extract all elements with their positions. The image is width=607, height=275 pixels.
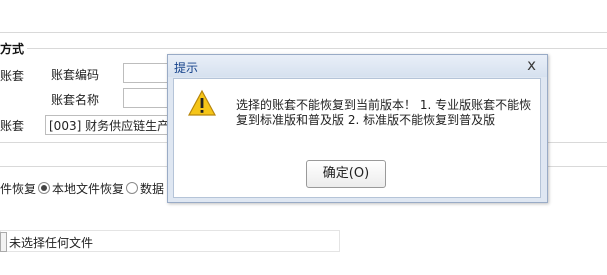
restore-type-group: 件恢复 本地文件恢复 数据 (0, 180, 164, 197)
row1-prefix-label: 账套 (0, 69, 25, 83)
top-bar (0, 0, 607, 34)
choose-file-button[interactable] (0, 232, 7, 252)
file-status-text: 未选择任何文件 (9, 236, 94, 250)
local-restore-label[interactable]: 本地文件恢复 (52, 182, 124, 196)
data-restore-radio[interactable] (126, 182, 139, 194)
divider (0, 32, 607, 33)
data-restore-label[interactable]: 数据 (140, 182, 164, 196)
account-select[interactable]: [003] 财务供应链生产 (45, 115, 170, 135)
account-name-label: 账套名称 (51, 93, 100, 107)
section-rule (27, 48, 607, 49)
dialog-header: 提示 x (168, 55, 547, 77)
dialog-title: 提示 (174, 61, 199, 75)
account-name-input[interactable] (123, 88, 173, 108)
warning-icon (187, 89, 217, 116)
alert-dialog: 提示 x 选择的账套不能恢复到当前版本！ 1. 专业版账套不能恢复到标准版和普及… (167, 54, 548, 203)
file-chooser[interactable]: 未选择任何文件 (0, 230, 340, 252)
account-code-label: 账套编码 (51, 68, 100, 82)
dialog-message: 选择的账套不能恢复到当前版本！ 1. 专业版账套不能恢复到标准版和普及版 2. … (236, 98, 532, 127)
dialog-body: 选择的账套不能恢复到当前版本！ 1. 专业版账套不能恢复到标准版和普及版 2. … (173, 78, 541, 198)
close-icon[interactable]: x (527, 56, 536, 74)
section-title: 方式 (0, 42, 25, 56)
account-code-input[interactable] (123, 63, 173, 83)
ok-button[interactable]: 确定(O) (306, 160, 386, 188)
row3-prefix-label: 账套 (0, 119, 25, 133)
restore-prefix-label: 件恢复 (0, 182, 37, 196)
local-restore-radio[interactable] (38, 182, 51, 194)
